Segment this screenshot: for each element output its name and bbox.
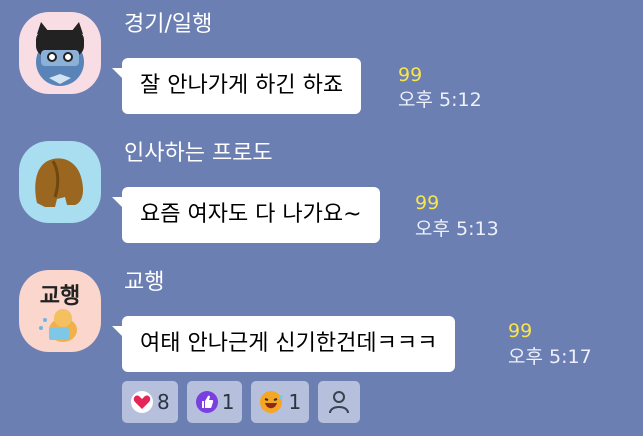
reaction-count: 8 [157, 390, 170, 414]
person-icon [329, 391, 350, 414]
avatar-profile-2[interactable] [19, 141, 101, 223]
message-time: 오후 5:17 [508, 346, 592, 368]
avatar-profile-1[interactable] [19, 12, 101, 94]
unread-count: 99 [415, 192, 440, 214]
unread-count: 99 [508, 320, 533, 342]
message-bubble[interactable]: 여태 안나근게 신기한건데ㅋㅋㅋ [111, 316, 456, 372]
sender-name: 인사하는 프로도 [124, 141, 273, 166]
laugh-emoji-icon [260, 391, 284, 413]
reaction-count: 1 [288, 390, 302, 414]
sender-name: 교행 [124, 270, 165, 295]
reaction-heart[interactable]: 8 [122, 381, 178, 423]
reaction-count: 1 [221, 390, 235, 414]
unread-count: 99 [398, 64, 423, 86]
character-avatar-icon [39, 309, 77, 342]
character-avatar-icon [35, 158, 84, 207]
reaction-add-button[interactable] [318, 381, 361, 423]
sender-name: 경기/일행 [124, 12, 213, 37]
reaction-thumbs-up[interactable]: 1 [186, 381, 243, 423]
thumbs-up-icon [195, 391, 218, 413]
message-time: 오후 5:12 [398, 89, 482, 111]
reaction-laugh[interactable]: 1 [251, 381, 310, 423]
character-avatar-icon [36, 22, 84, 86]
heart-icon [131, 391, 153, 413]
avatar-profile-3[interactable]: 교행 [19, 270, 101, 352]
message-bubble[interactable]: 잘 안나가게 하긴 하죠 [111, 58, 362, 114]
reaction-bar: 8 1 1 [122, 381, 361, 423]
message-bubble[interactable]: 요즘 여자도 다 나가요~ [112, 187, 380, 243]
message-time: 오후 5:13 [415, 218, 499, 240]
